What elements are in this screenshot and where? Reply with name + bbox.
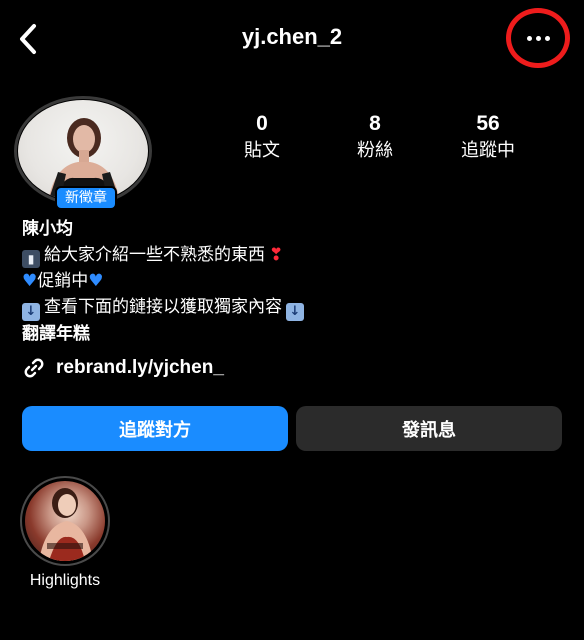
new-badge[interactable]: 新徵章 — [55, 186, 117, 210]
bio-line-2: ♥促銷中♥ — [22, 268, 562, 294]
profile-screen: yj.chen_2 新徵章 0 貼文 8 粉絲 56 追蹤中 陳小均 ▮ 給大家… — [0, 0, 584, 640]
down-arrow-icon: ↓ — [286, 303, 304, 321]
red-exclamation-icon: ❣ — [269, 245, 284, 265]
bio-line-1: ▮ 給大家介紹一些不熟悉的東西 ❣ — [22, 242, 562, 268]
message-button[interactable]: 發訊息 — [296, 406, 562, 451]
profile-link-text[interactable]: rebrand.ly/yjchen_ — [56, 357, 224, 379]
stat-following-label: 追蹤中 — [461, 140, 515, 161]
bio: 陳小均 ▮ 給大家介紹一些不熟悉的東西 ❣ ♥促銷中♥ ↓ 查看下面的鏈接以獲取獨家內… — [22, 216, 562, 347]
stat-posts-count: 0 — [256, 112, 268, 135]
stat-following[interactable]: 56 追蹤中 — [443, 112, 533, 164]
bio-line-3-text: 查看下面的鏈接以獲取獨家內容 — [44, 297, 282, 317]
blue-heart-icon: ♥ — [22, 271, 38, 291]
more-horizontal-icon — [526, 35, 550, 41]
bio-line-4: 翻譯年糕 — [22, 324, 90, 344]
stat-posts-label: 貼文 — [244, 140, 280, 161]
link-icon — [24, 358, 44, 378]
stat-following-count: 56 — [476, 112, 500, 135]
down-arrow-icon: ↓ — [22, 303, 40, 321]
profile-link[interactable]: rebrand.ly/yjchen_ — [22, 356, 224, 380]
bio-line-1-text: 給大家介紹一些不熟悉的東西 — [44, 245, 265, 265]
blue-heart-icon: ♥ — [88, 271, 104, 291]
display-name: 陳小均 — [22, 219, 73, 239]
profile-username: yj.chen_2 — [241, 24, 343, 49]
more-options-button[interactable] — [526, 35, 550, 41]
stat-followers-count: 8 — [369, 112, 381, 135]
bio-line-2-text: 促銷中 — [37, 271, 89, 291]
follow-button[interactable]: 追蹤對方 — [22, 406, 288, 451]
stat-followers[interactable]: 8 粉絲 — [330, 112, 420, 164]
highlight-thumbnail[interactable] — [25, 481, 105, 561]
mobile-phone-icon: ▮ — [22, 250, 40, 268]
highlight-label: Highlights — [29, 572, 101, 589]
stat-followers-label: 粉絲 — [357, 140, 393, 161]
more-options-highlight — [506, 8, 570, 68]
stat-posts[interactable]: 0 貼文 — [217, 112, 307, 164]
bio-line-3: ↓ 查看下面的鏈接以獲取獨家內容 ↓ — [22, 294, 562, 321]
highlight-photo — [39, 488, 93, 561]
